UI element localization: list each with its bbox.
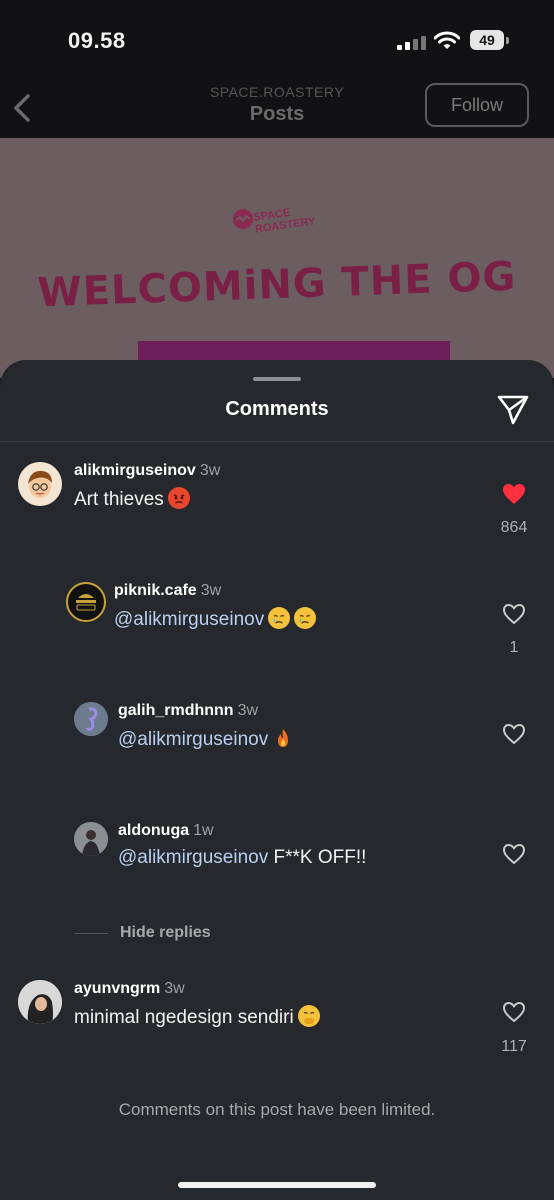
- avatar-photo-icon: [74, 822, 108, 856]
- fire-icon: [272, 727, 294, 749]
- heart-filled-icon[interactable]: [502, 483, 526, 505]
- comment-text: minimal ngedesign sendiri: [74, 1005, 320, 1029]
- avatar[interactable]: [18, 462, 62, 506]
- like-count: 864: [500, 519, 528, 536]
- comment-text: Art thieves: [74, 487, 190, 511]
- avatar[interactable]: [74, 702, 108, 736]
- avatar-photo-icon: [18, 980, 62, 1024]
- heart-outline-icon[interactable]: [502, 603, 526, 625]
- hide-replies-line: [75, 933, 108, 934]
- status-bar: 09.58 49: [0, 0, 554, 80]
- sheet-title: Comments: [225, 398, 329, 420]
- username-text[interactable]: ayunvngrm: [74, 980, 160, 997]
- comment-age: 3w: [164, 980, 185, 997]
- comments-sheet: Comments alikmirguseinov 3w Art thieves 8…: [0, 360, 554, 1200]
- username-text[interactable]: galih_rmdhnnn: [118, 702, 234, 719]
- like-count: 117: [501, 1038, 527, 1055]
- crying-face-icon: [268, 607, 291, 629]
- comment-body: Art thieves: [74, 489, 164, 510]
- drag-handle[interactable]: [253, 377, 301, 381]
- comment-age: 3w: [199, 462, 221, 479]
- comment-text: @alikmirguseinov: [118, 727, 294, 751]
- post-header: SPACE.ROASTERY Posts Follow: [0, 80, 554, 138]
- mention-link[interactable]: @alikmirguseinov: [118, 847, 268, 868]
- home-indicator[interactable]: [178, 1182, 376, 1188]
- like-count: 1: [509, 639, 519, 656]
- divider: [0, 441, 554, 442]
- hand-over-mouth-face-icon: [297, 1005, 320, 1027]
- heart-outline-icon[interactable]: [502, 1001, 526, 1023]
- avatar[interactable]: [74, 822, 108, 856]
- angry-face-icon: [167, 487, 190, 509]
- mention-link[interactable]: @alikmirguseinov: [114, 609, 264, 630]
- comment-text: @alikmirguseinov F**K OFF!!: [118, 847, 366, 869]
- share-send-icon[interactable]: [496, 394, 530, 426]
- brand-name: SPACE ROASTERY: [252, 206, 317, 236]
- comment-username[interactable]: aldonuga 1w: [118, 822, 214, 840]
- username-text[interactable]: piknik.cafe: [114, 582, 197, 599]
- comments-limited-notice: Comments on this post have been limited.: [118, 1100, 436, 1119]
- comment-username[interactable]: alikmirguseinov 3w: [74, 462, 220, 480]
- signal-icon: [397, 34, 427, 50]
- username-text[interactable]: aldonuga: [118, 822, 189, 839]
- comment-username[interactable]: piknik.cafe 3w: [114, 582, 221, 600]
- post-headline: WELCOMiNG THE OG: [36, 253, 518, 317]
- avatar-cafe-logo-icon: [76, 594, 96, 611]
- comment-body: minimal ngedesign sendiri: [74, 1007, 294, 1028]
- avatar-seahorse-icon: [74, 702, 108, 736]
- comment-age: 3w: [200, 582, 222, 599]
- comment-text: @alikmirguseinov: [114, 607, 317, 631]
- comment-username[interactable]: ayunvngrm 3w: [74, 980, 185, 998]
- battery-icon: 49: [470, 30, 509, 50]
- comment-age: 3w: [237, 702, 259, 719]
- comment-body: F**K OFF!!: [273, 847, 367, 868]
- avatar[interactable]: [66, 582, 106, 622]
- hide-replies-button[interactable]: Hide replies: [120, 924, 211, 942]
- follow-button[interactable]: Follow: [425, 83, 529, 127]
- username-text[interactable]: alikmirguseinov: [74, 462, 196, 479]
- avatar-boy-icon: [28, 470, 52, 498]
- comment-username[interactable]: galih_rmdhnnn 3w: [118, 702, 258, 720]
- mention-link[interactable]: @alikmirguseinov: [118, 729, 268, 750]
- crying-face-icon: [294, 607, 317, 629]
- post-image: SPACE ROASTERY WELCOMiNG THE OG: [0, 138, 554, 378]
- brand-logo-icon: [233, 209, 253, 229]
- comment-age: 1w: [193, 822, 214, 839]
- avatar[interactable]: [18, 980, 62, 1024]
- wifi-icon: [434, 31, 460, 49]
- status-time: 09.58: [68, 28, 126, 53]
- heart-outline-icon[interactable]: [502, 723, 526, 745]
- heart-outline-icon[interactable]: [502, 843, 526, 865]
